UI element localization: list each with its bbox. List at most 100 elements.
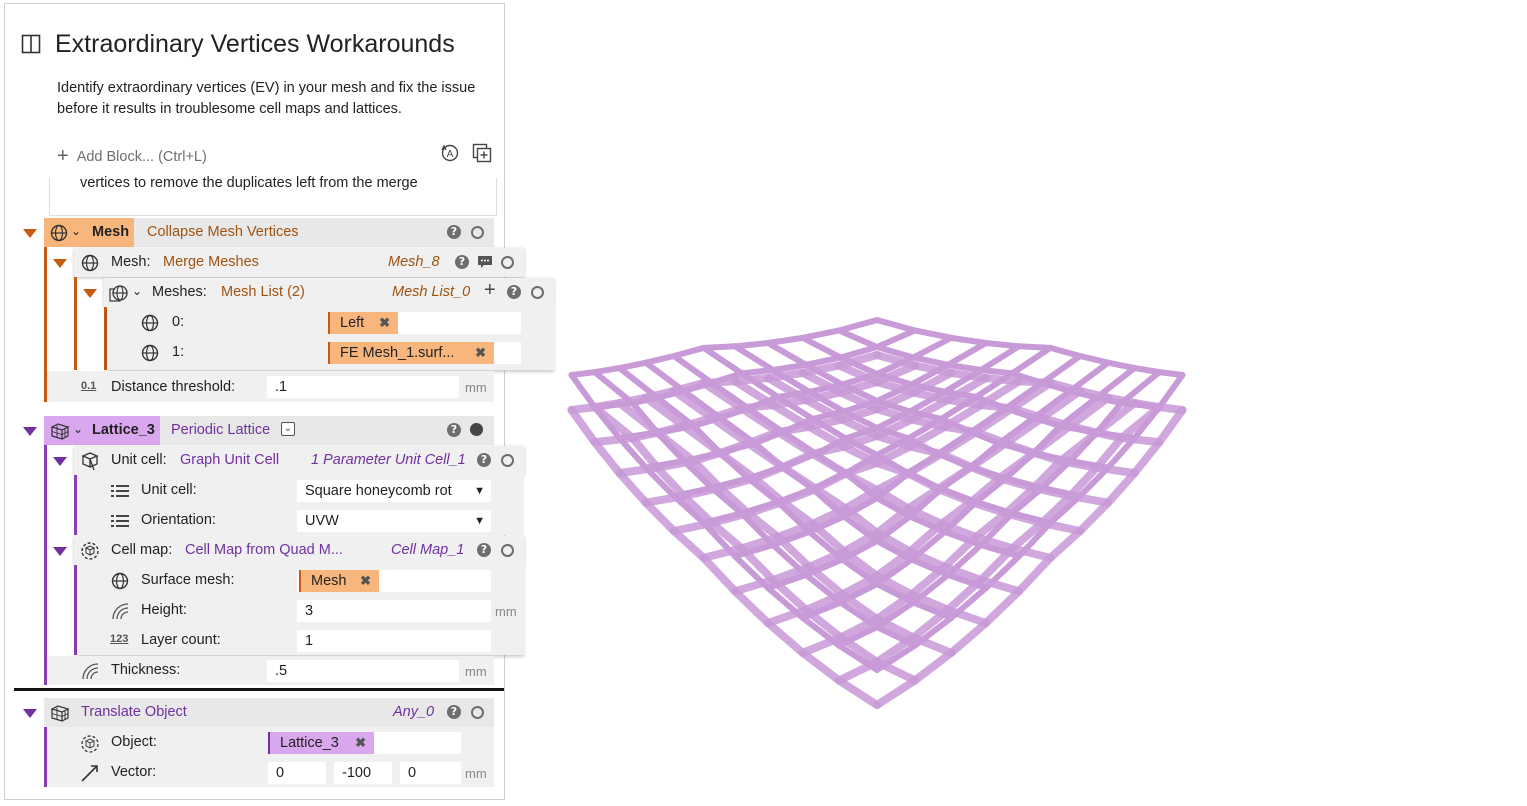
- help-icon[interactable]: ?: [477, 453, 491, 467]
- mesh-item-field[interactable]: FE Mesh_1.surf...✖: [328, 342, 521, 364]
- lattice-strut: [1050, 531, 1080, 558]
- unit-cell-select[interactable]: Square honeycomb rot ▼: [297, 480, 491, 502]
- lattice-strut: [646, 363, 684, 391]
- merge-expand-toggle[interactable]: [53, 259, 67, 268]
- lattice-strut: [572, 372, 595, 375]
- lattice-strut: [1135, 442, 1160, 473]
- lattice-strut: [908, 473, 941, 488]
- unit-cell-expand-toggle[interactable]: [53, 457, 67, 466]
- lattice-block-bar: [44, 445, 47, 685]
- add-item-icon[interactable]: +: [484, 279, 496, 302]
- variant-dropdown-icon[interactable]: ⌄: [281, 422, 295, 436]
- chevron-down-icon[interactable]: ⌄: [132, 284, 142, 298]
- remove-icon[interactable]: ✖: [360, 570, 371, 592]
- chevron-down-icon[interactable]: ⌄: [71, 224, 81, 238]
- vector-arrow-icon: [80, 763, 100, 783]
- output-toggle-icon[interactable]: [471, 226, 484, 239]
- output-toggle-icon[interactable]: [501, 454, 514, 467]
- lattice-strut: [839, 320, 877, 330]
- lattice-strut: [803, 653, 839, 681]
- object-field[interactable]: Lattice_3✖: [268, 732, 461, 754]
- lattice-strut: [877, 320, 915, 330]
- lattice-strut: [1121, 403, 1159, 407]
- output-toggle-icon[interactable]: [501, 256, 514, 269]
- lattice-strut: [816, 454, 846, 474]
- thickness-label: Thickness:: [111, 662, 180, 678]
- cell-map-expand-toggle[interactable]: [53, 547, 67, 556]
- lattice-strut: [735, 343, 768, 346]
- mesh-item-field[interactable]: Left✖: [328, 312, 521, 334]
- help-icon[interactable]: ?: [447, 225, 461, 239]
- object-label: Object:: [111, 734, 157, 750]
- lattice-strut: [1080, 503, 1108, 531]
- lattice-strut: [1012, 348, 1050, 373]
- meshes-expand-toggle[interactable]: [83, 289, 97, 298]
- add-block-button[interactable]: +Add Block... (Ctrl+L): [57, 144, 207, 167]
- lattice-strut: [986, 591, 1019, 623]
- panel-layout-icon[interactable]: [21, 34, 41, 54]
- unit-cell-block-name: Graph Unit Cell: [180, 452, 279, 468]
- comment-icon[interactable]: [477, 254, 493, 270]
- output-toggle-icon[interactable]: [470, 423, 483, 436]
- dropdown-arrow-icon[interactable]: ▼: [474, 510, 485, 532]
- surface-mesh-label: Surface mesh:: [141, 572, 235, 588]
- mesh-type-label: Mesh: [92, 224, 129, 240]
- help-icon[interactable]: ?: [447, 705, 461, 719]
- object-tag[interactable]: Lattice_3✖: [268, 732, 374, 754]
- remove-icon[interactable]: ✖: [379, 312, 390, 334]
- output-toggle-icon[interactable]: [471, 706, 484, 719]
- panel-description: Identify extraordinary vertices (EV) in …: [57, 78, 497, 120]
- layer-count-input[interactable]: 1: [297, 630, 491, 652]
- distance-input[interactable]: .1: [267, 376, 459, 398]
- lattice-type-label: Lattice_3: [92, 422, 155, 438]
- remove-icon[interactable]: ✖: [355, 732, 366, 754]
- lattice-strut: [1108, 363, 1134, 368]
- 3d-viewport[interactable]: [505, 0, 1527, 803]
- lattice-expand-toggle[interactable]: [23, 427, 37, 436]
- lattice-strut: [646, 356, 674, 363]
- vector-z-input[interactable]: 0: [400, 762, 461, 784]
- surface-mesh-field[interactable]: Mesh✖: [297, 570, 491, 592]
- lattice-strut: [1159, 375, 1182, 407]
- object-icon: [80, 734, 100, 754]
- help-icon[interactable]: ?: [455, 255, 469, 269]
- merge-var-name: Mesh_8: [388, 254, 440, 270]
- output-toggle-icon[interactable]: [501, 544, 514, 557]
- vector-x-input[interactable]: 0: [268, 762, 326, 784]
- thickness-input[interactable]: .5: [267, 660, 459, 682]
- collapse-expand-toggle[interactable]: [23, 229, 37, 238]
- mesh-tag-fe[interactable]: FE Mesh_1.surf...✖: [328, 342, 494, 364]
- lattice-strut: [646, 503, 674, 531]
- add-group-icon[interactable]: [472, 143, 492, 163]
- lattice-strut: [1080, 356, 1108, 363]
- output-toggle-icon[interactable]: [531, 286, 544, 299]
- distance-unit: mm: [465, 380, 487, 395]
- translate-block-name: Translate Object: [81, 704, 187, 720]
- lattice-strut: [1070, 363, 1108, 391]
- mesh-item-index: 0:: [172, 314, 184, 330]
- vector-y-input[interactable]: -100: [334, 762, 392, 784]
- integer-icon: 123: [110, 633, 128, 645]
- lattice-strut: [674, 531, 704, 558]
- height-input[interactable]: 3: [297, 600, 491, 622]
- help-icon[interactable]: ?: [447, 423, 461, 437]
- lattice-strut: [813, 473, 846, 488]
- meshes-label: Meshes:: [152, 284, 207, 300]
- surface-mesh-tag[interactable]: Mesh✖: [299, 570, 379, 592]
- lattice-strut: [783, 467, 813, 489]
- orientation-select[interactable]: UVW ▼: [297, 510, 491, 532]
- help-icon[interactable]: ?: [477, 543, 491, 557]
- auto-update-icon[interactable]: A: [440, 143, 460, 163]
- translate-expand-toggle[interactable]: [23, 709, 37, 718]
- mesh-tag-left[interactable]: Left✖: [328, 312, 398, 334]
- mesh-item-index: 1:: [172, 344, 184, 360]
- help-icon[interactable]: ?: [507, 285, 521, 299]
- lattice-strut: [986, 343, 1019, 346]
- lattice-strut: [941, 467, 971, 489]
- lattice-strut: [948, 343, 986, 365]
- cell-map-block-name: Cell Map from Quad M...: [185, 542, 343, 558]
- chevron-down-icon[interactable]: ⌄: [73, 422, 83, 436]
- dropdown-arrow-icon[interactable]: ▼: [471, 480, 485, 502]
- remove-icon[interactable]: ✖: [475, 342, 486, 364]
- height-unit: mm: [495, 604, 517, 619]
